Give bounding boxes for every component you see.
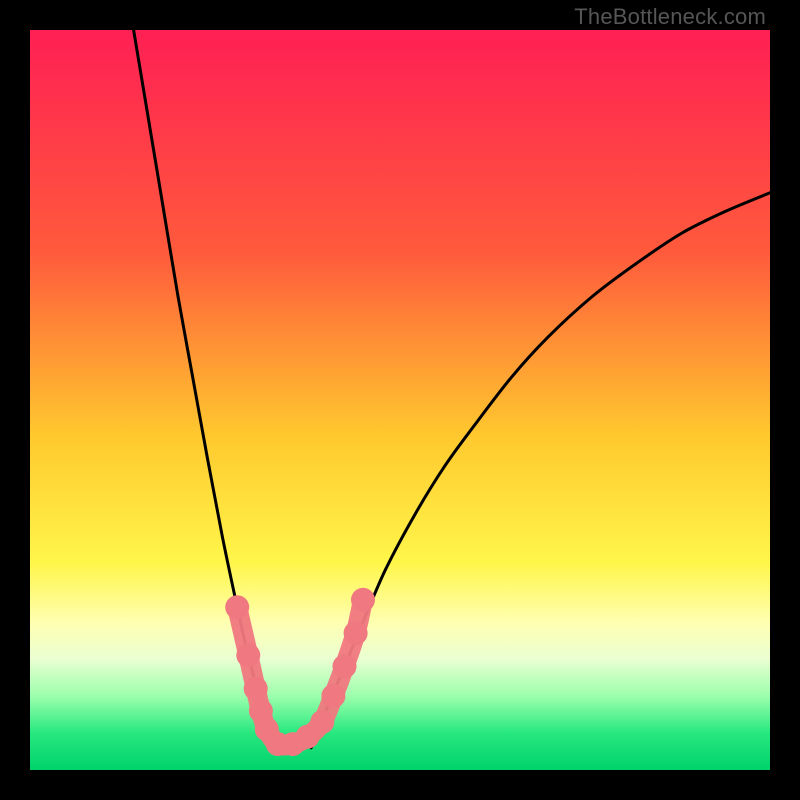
marker-dot [351, 588, 375, 612]
chart-curves [30, 30, 770, 770]
marker-dot [310, 710, 334, 734]
watermark-text: TheBottleneck.com [574, 4, 766, 30]
plot-area [30, 30, 770, 770]
curve-left-branch [134, 30, 278, 748]
marker-dot [321, 684, 345, 708]
marker-dot [244, 677, 268, 701]
marker-dot [236, 643, 260, 667]
marker-dot [225, 595, 249, 619]
marker-dot [344, 621, 368, 645]
chart-frame: TheBottleneck.com [0, 0, 800, 800]
curve-right-branch [311, 193, 770, 748]
marker-dot [333, 654, 357, 678]
